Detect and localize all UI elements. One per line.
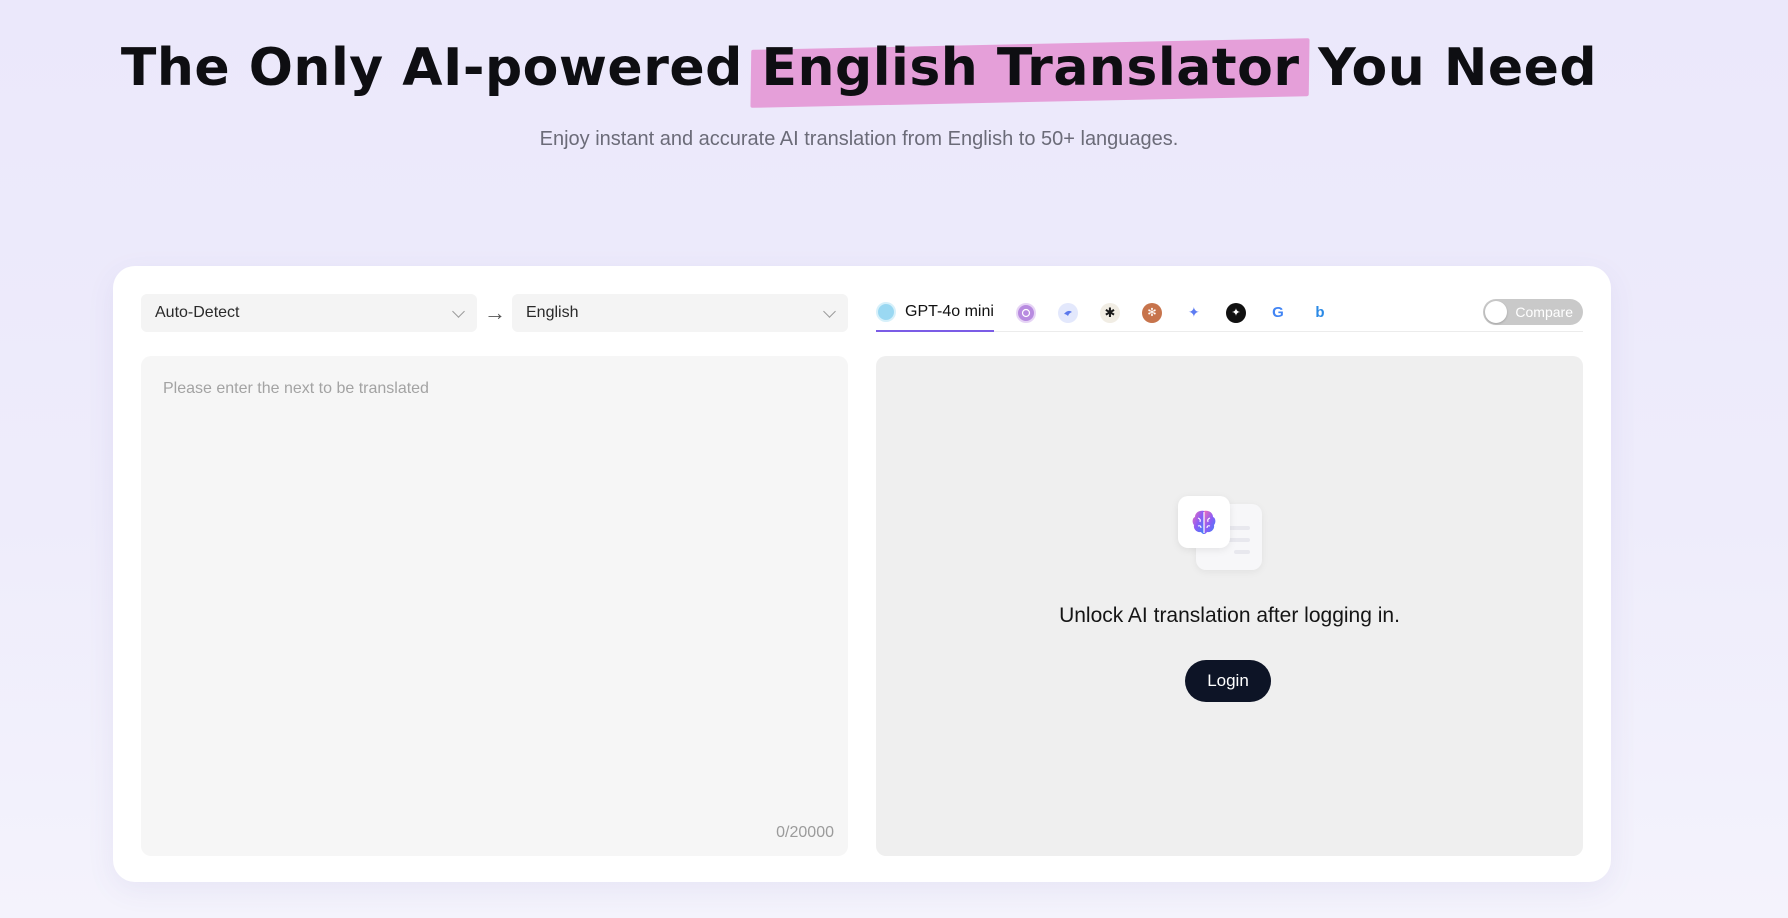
tab-gpt-4o-mini-label: GPT-4o mini (905, 302, 994, 320)
sparkle-icon: ✦ (1188, 304, 1200, 320)
source-language-value: Auto-Detect (155, 304, 240, 321)
dark-sparkle-model-icon[interactable]: ✦ (1225, 302, 1246, 323)
title-part-2: You Need (1299, 38, 1598, 98)
tab-gpt-4o-mini[interactable]: GPT-4o mini (876, 294, 994, 332)
title-highlight: English Translator (761, 38, 1300, 98)
doc-line (1228, 526, 1250, 530)
asterisk-icon: ✱ (1104, 304, 1116, 320)
asterisk-model-icon[interactable]: ✱ (1099, 302, 1120, 323)
page-subtitle: Enjoy instant and accurate AI translatio… (539, 128, 1179, 150)
bing-icon[interactable]: b (1310, 303, 1330, 323)
doc-line (1234, 550, 1250, 554)
compare-label: Compare (1515, 304, 1573, 320)
toggle-knob (1485, 301, 1507, 323)
translation-result-panel: Unlock AI translation after logging in. … (876, 356, 1583, 856)
sparkle-model-icon[interactable]: ✦ (1184, 303, 1204, 323)
translator-card: Auto-Detect → English GPT-4o mini ✱ ✻ ✦ … (113, 266, 1611, 882)
bird-icon (1063, 310, 1072, 316)
bing-b-glyph: b (1315, 304, 1325, 321)
unlock-message: Unlock AI translation after logging in. (1059, 604, 1400, 627)
login-button[interactable]: Login (1185, 660, 1271, 702)
brain-icon (1021, 308, 1031, 317)
char-count: 0/20000 (776, 824, 834, 841)
doc-line (1228, 538, 1250, 542)
brain-svg (1192, 510, 1216, 534)
google-icon[interactable]: G (1268, 303, 1288, 323)
source-language-select[interactable]: Auto-Detect (141, 294, 477, 332)
chevron-down-icon (823, 304, 836, 318)
target-language-select[interactable]: English (512, 294, 848, 332)
purple-model-icon[interactable] (1015, 302, 1036, 323)
brain-icon (1178, 496, 1230, 548)
blue-bird-model-icon[interactable] (1057, 302, 1078, 323)
gpt-4o-mini-icon (876, 301, 896, 322)
google-g-glyph: G (1272, 304, 1284, 321)
translation-illustration (1178, 496, 1264, 572)
model-icon-list: ✱ ✻ ✦ ✦ G b (1015, 302, 1330, 323)
compare-toggle[interactable]: Compare (1483, 299, 1583, 325)
sparkle-icon: ✦ (1231, 307, 1241, 319)
title-part-1: The Only AI-powered (120, 38, 762, 98)
chevron-down-icon (452, 304, 465, 318)
star-icon: ✻ (1147, 307, 1157, 319)
source-text-input[interactable] (141, 356, 848, 816)
model-tabs: GPT-4o mini ✱ ✻ ✦ ✦ G b Compare (876, 294, 1583, 332)
arrow-right-icon[interactable]: → (483, 298, 507, 328)
source-text-panel: 0/20000 (141, 356, 848, 856)
target-language-value: English (526, 304, 579, 321)
orange-model-icon[interactable]: ✻ (1141, 302, 1162, 323)
page-title: The Only AI-powered English Translator Y… (0, 38, 1718, 98)
